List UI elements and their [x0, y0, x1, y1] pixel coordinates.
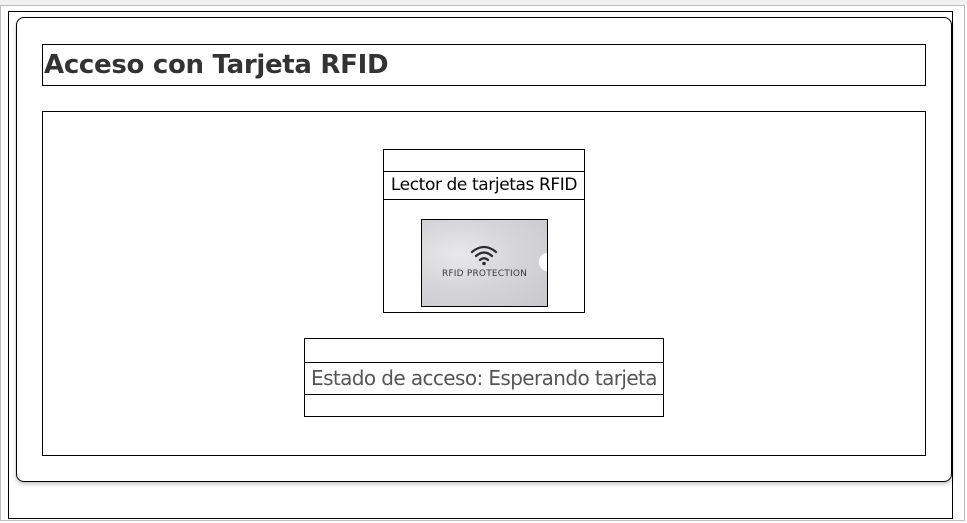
- rfid-reader-panel: Lector de tarjetas RFID RFID PROTECTION: [383, 149, 585, 313]
- wifi-icon: [470, 245, 498, 266]
- card-notch: [539, 253, 547, 271]
- rfid-card-image[interactable]: RFID PROTECTION: [421, 219, 548, 307]
- header: Acceso con Tarjeta RFID: [42, 44, 926, 86]
- access-status-panel: Estado de acceso: Esperando tarjeta: [304, 338, 664, 417]
- rfid-card-label: RFID PROTECTION: [441, 269, 528, 279]
- page-title: Acceso con Tarjeta RFID: [44, 50, 389, 80]
- access-status-text: Estado de acceso: Esperando tarjeta: [304, 362, 664, 395]
- reader-title: Lector de tarjetas RFID: [383, 171, 585, 200]
